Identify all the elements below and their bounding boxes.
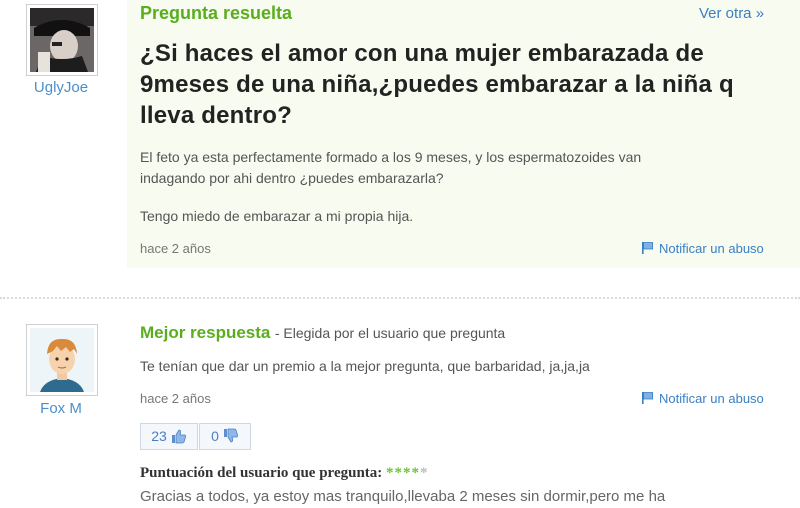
- best-answer-label: Mejor respuesta: [140, 323, 271, 342]
- foxm-avatar-image: [30, 328, 94, 392]
- star-filled-icon: *: [394, 465, 404, 481]
- answer-username[interactable]: Fox M: [18, 400, 104, 417]
- thumbs-up-icon: [171, 427, 187, 452]
- answer-timestamp: hace 2 años: [140, 391, 211, 406]
- question-title: ¿Si haces el amor con una mujer embaraza…: [140, 40, 734, 129]
- resolved-question-title: Pregunta resuelta: [140, 3, 293, 23]
- star-filled-icon: *: [386, 465, 395, 481]
- asker-comment: Gracias a todos, ya estoy mas tranquilo,…: [140, 488, 666, 505]
- section-divider: [0, 297, 800, 299]
- thumbs-down-icon: [223, 427, 239, 452]
- question-report-label: Notificar un abuso: [659, 241, 764, 256]
- thumbs-up-button[interactable]: 23: [140, 423, 198, 450]
- uglyjoe-avatar[interactable]: [26, 4, 98, 76]
- thumbs-down-button[interactable]: 0: [199, 423, 251, 450]
- question-body-line2: indagando por ahi dentro ¿puedes embaraz…: [140, 170, 444, 186]
- asker-rating: Puntuación del usuario que pregunta: ***…: [140, 465, 429, 482]
- star-filled-icon: *: [403, 465, 412, 481]
- question-report-link[interactable]: Notificar un abuso: [641, 241, 764, 258]
- see-other-link[interactable]: Ver otra »: [699, 5, 764, 22]
- answer-report-link[interactable]: Notificar un abuso: [641, 391, 764, 408]
- star-empty-icon: *: [420, 465, 429, 481]
- question-body-line1: El feto ya esta perfectamente formado a …: [140, 149, 642, 165]
- thumbs-down-count: 0: [211, 428, 219, 444]
- rating-stars: *****: [386, 465, 429, 481]
- best-answer-text: Te tenían que dar un premio a la mejor p…: [140, 358, 590, 374]
- best-answer-header: Mejor respuesta - Elegida por el usuario…: [140, 323, 505, 343]
- answer-report-label: Notificar un abuso: [659, 391, 764, 406]
- asker-rating-label: Puntuación del usuario que pregunta:: [140, 465, 383, 481]
- question-body-line3: Tengo miedo de embarazar a mi propia hij…: [140, 208, 414, 224]
- thumbs-up-count: 23: [151, 428, 167, 444]
- best-answer-chosen-by: - Elegida por el usuario que pregunta: [274, 325, 506, 341]
- foxm-avatar[interactable]: [26, 324, 98, 396]
- uglyjoe-avatar-image: [30, 8, 94, 72]
- question-timestamp: hace 2 años: [140, 241, 211, 256]
- flag-icon: [641, 241, 655, 258]
- flag-icon: [641, 391, 655, 408]
- star-filled-icon: *: [411, 465, 421, 481]
- question-username[interactable]: UglyJoe: [18, 79, 104, 96]
